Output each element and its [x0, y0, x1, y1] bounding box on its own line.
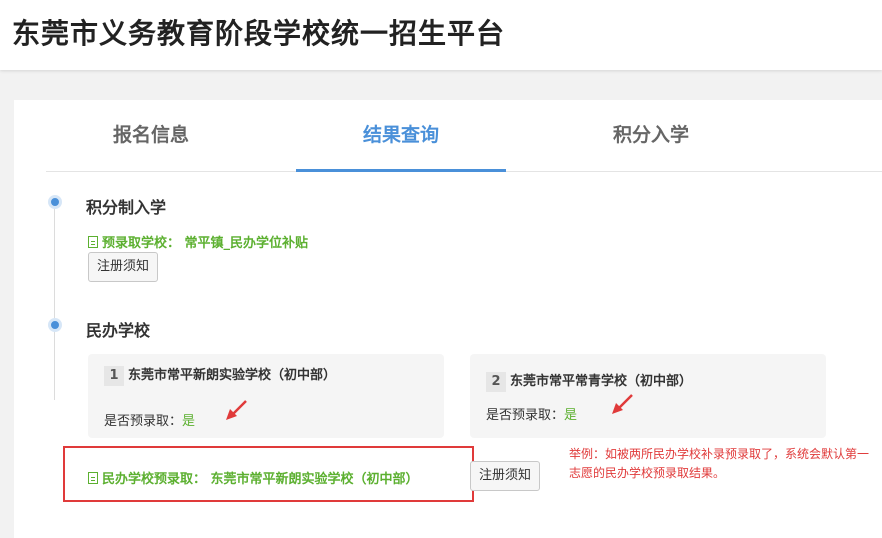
tab-bar: 报名信息 结果查询 积分入学	[46, 100, 882, 172]
card-school-name: 东莞市常平常青学校（初中部）	[510, 374, 693, 389]
result-school-name: 东莞市常平新朗实验学校（初中部）	[210, 472, 419, 487]
private-school-card-2: 2 东莞市常平常青学校（初中部） 是否预录取：是	[470, 354, 826, 438]
section-title-private: 民办学校	[86, 321, 151, 340]
annotation-note: 举例：如被两所民办学校补录预录取了，系统会默认第一志愿的民办学校预录取结果。	[569, 447, 870, 480]
tab-points-admission[interactable]: 积分入学	[546, 120, 756, 170]
status-label: 是否预录取：	[486, 408, 565, 423]
admitted-prefix: 预录取学校：	[102, 236, 181, 251]
red-arrow-icon	[226, 400, 247, 420]
main-panel: 报名信息 结果查询 积分入学 积分制入学 预录取学校： 常平镇_民办学位补贴 注…	[14, 100, 882, 538]
private-notice-button[interactable]: 注册须知	[470, 461, 541, 491]
card-number: 1	[104, 366, 124, 386]
status-label: 是否预录取：	[104, 414, 183, 429]
timeline-dot	[48, 318, 62, 332]
points-admitted-school: 预录取学校： 常平镇_民办学位补贴	[88, 232, 308, 251]
document-icon	[88, 472, 98, 484]
active-tab-indicator	[296, 169, 506, 172]
private-school-card-1: 1 东莞市常平新朗实验学校（初中部） 是否预录取：是	[88, 354, 444, 438]
card-number: 2	[486, 372, 506, 392]
section-title-points: 积分制入学	[86, 198, 167, 217]
card-status: 是否预录取：是	[104, 410, 195, 429]
private-admitted-result: 民办学校预录取： 东莞市常平新朗实验学校（初中部）	[88, 468, 419, 487]
red-arrow-icon	[612, 394, 633, 414]
status-value: 是	[182, 414, 196, 429]
document-icon	[88, 236, 98, 248]
status-value: 是	[564, 408, 578, 423]
tab-result-query[interactable]: 结果查询	[296, 120, 506, 170]
timeline-dot	[48, 195, 62, 209]
card-status: 是否预录取：是	[486, 404, 577, 423]
result-prefix: 民办学校预录取：	[102, 472, 207, 487]
page-header: 东莞市义务教育阶段学校统一招生平台	[0, 0, 882, 70]
points-notice-button[interactable]: 注册须知	[88, 252, 159, 282]
admitted-school-name: 常平镇_民办学位补贴	[184, 236, 309, 251]
card-school-name: 东莞市常平新朗实验学校（初中部）	[128, 368, 337, 383]
page-title: 东莞市义务教育阶段学校统一招生平台	[12, 17, 506, 50]
timeline-line	[54, 200, 55, 400]
tab-registration-info[interactable]: 报名信息	[46, 120, 256, 170]
